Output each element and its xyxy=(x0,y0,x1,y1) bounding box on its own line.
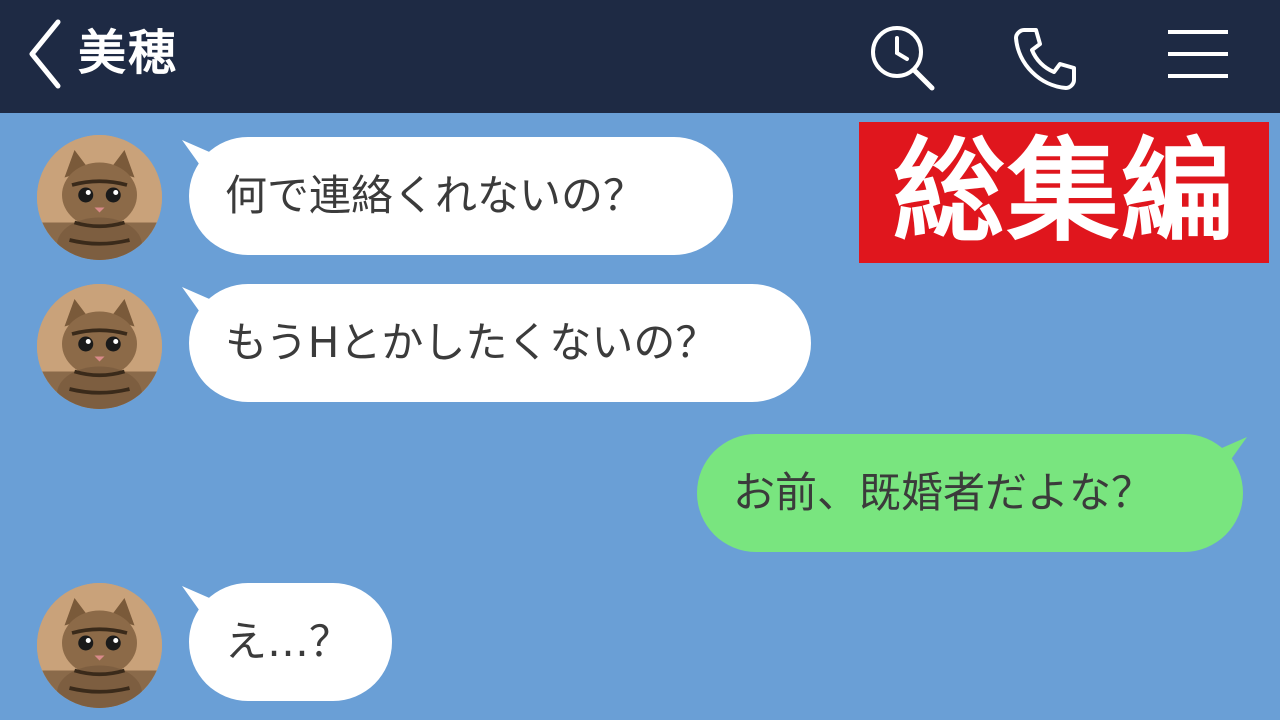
menu-icon xyxy=(1168,30,1228,78)
contact-avatar[interactable] xyxy=(37,583,162,708)
call-button[interactable] xyxy=(1010,22,1082,94)
message-text: え…？ xyxy=(225,617,352,666)
cat-avatar-icon xyxy=(37,284,162,409)
menu-button[interactable] xyxy=(1162,22,1234,94)
message-text: もうHとかしたくないの？ xyxy=(225,318,718,367)
outgoing-message-bubble[interactable]: お前、既婚者だよな？ xyxy=(697,434,1243,552)
search-history-icon xyxy=(871,26,935,91)
incoming-message-bubble[interactable]: 何で連絡くれないの？ xyxy=(189,137,733,255)
back-button[interactable] xyxy=(22,18,72,90)
message-text: 何で連絡くれないの？ xyxy=(225,171,646,220)
contact-name: 美穂 xyxy=(78,25,179,81)
compilation-badge: 総集編 xyxy=(859,122,1269,263)
phone-icon xyxy=(1014,28,1076,90)
contact-avatar[interactable] xyxy=(37,284,162,409)
incoming-message-bubble[interactable]: え…？ xyxy=(189,583,392,701)
contact-avatar[interactable] xyxy=(37,135,162,260)
back-chevron-icon xyxy=(29,19,61,89)
cat-avatar-icon xyxy=(37,135,162,260)
incoming-message-bubble[interactable]: もうHとかしたくないの？ xyxy=(189,284,811,402)
chat-header: 美穂 xyxy=(0,0,1280,113)
message-text: お前、既婚者だよな？ xyxy=(733,468,1154,517)
cat-avatar-icon xyxy=(37,583,162,708)
search-history-button[interactable] xyxy=(866,22,938,94)
